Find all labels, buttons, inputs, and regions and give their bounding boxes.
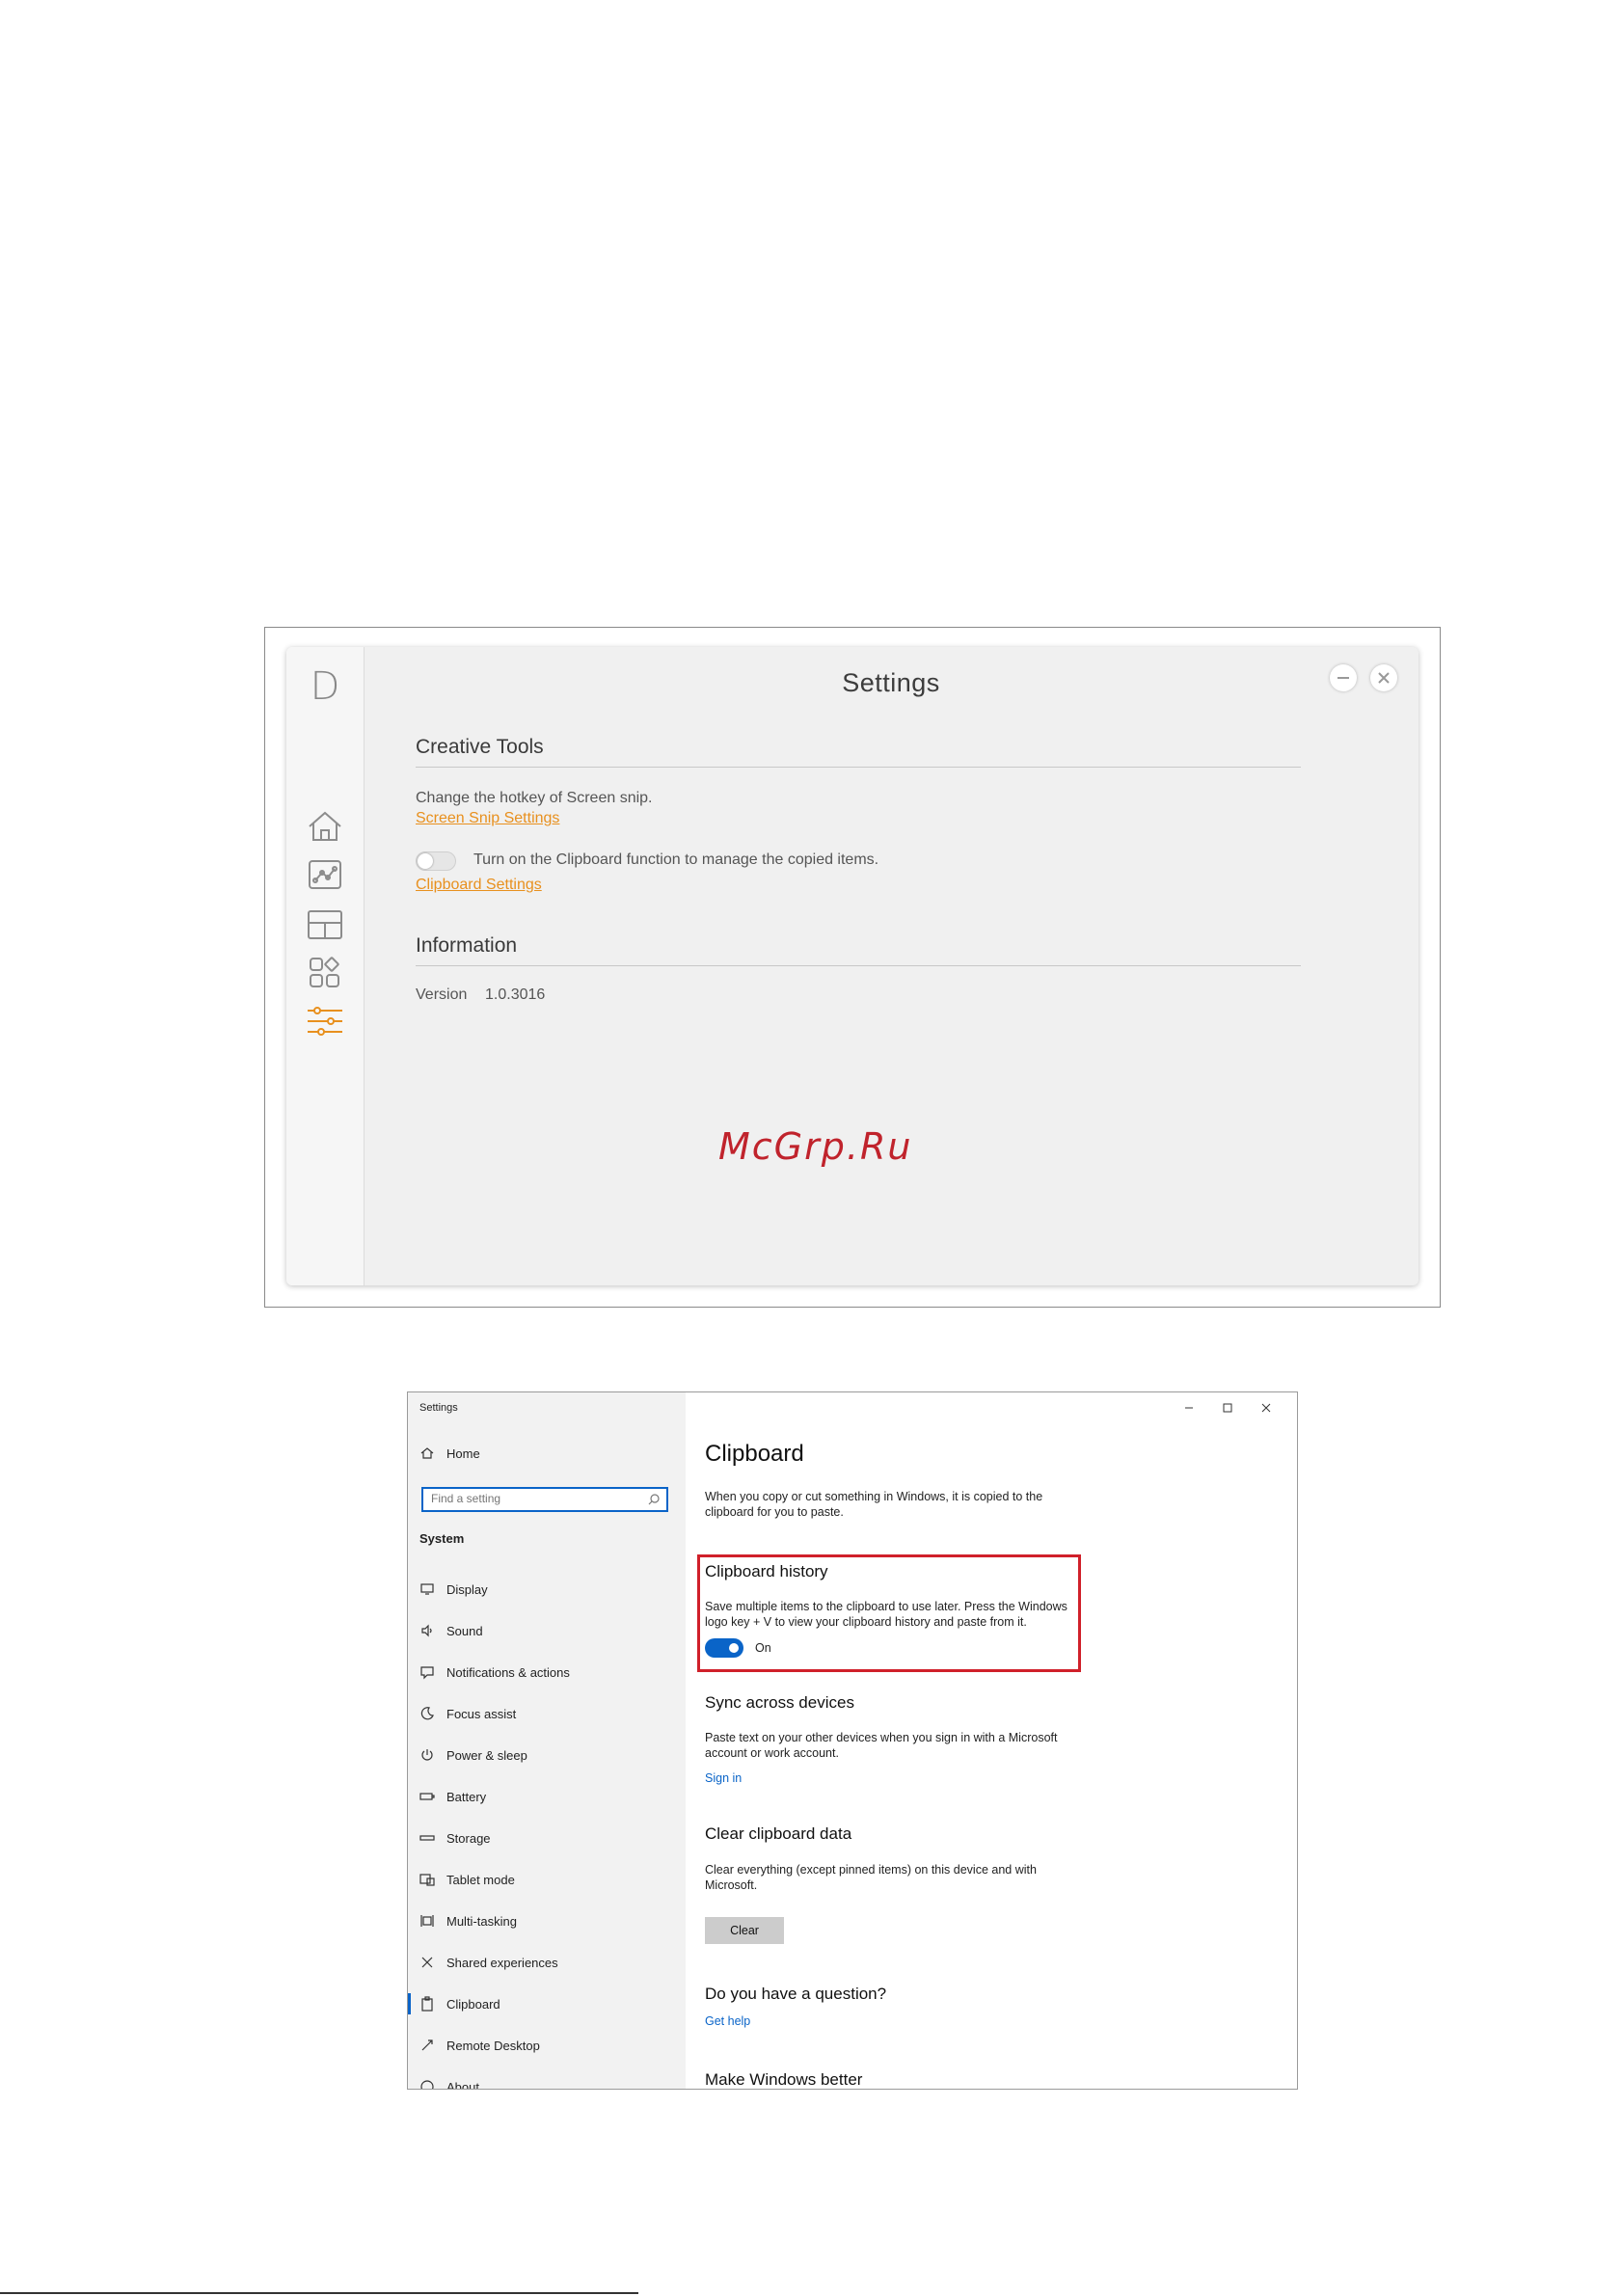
- page-title: Settings: [842, 668, 940, 697]
- settings-sliders-icon[interactable]: [304, 1000, 346, 1042]
- sidebar-item-sound[interactable]: Sound: [419, 1620, 483, 1641]
- sidebar-item-label: Display: [446, 1581, 488, 1597]
- moon-icon: [419, 1706, 435, 1721]
- sidebar-item-label: Notifications & actions: [446, 1664, 570, 1680]
- sidebar-item-multitasking[interactable]: Multi-tasking: [419, 1910, 517, 1931]
- monitor-icon: [419, 1581, 435, 1597]
- get-help-link[interactable]: Get help: [705, 2014, 750, 2028]
- minimize-button[interactable]: [1179, 1398, 1199, 1418]
- sidebar-item-label: Clipboard: [446, 1996, 500, 2012]
- app-settings-screenshot: D Settings Creative Tools Change the hot…: [264, 627, 1441, 1308]
- search-input[interactable]: [423, 1489, 643, 1508]
- sidebar-item-label: Battery: [446, 1789, 487, 1804]
- multitasking-icon: [419, 1913, 435, 1929]
- layout-icon[interactable]: [304, 904, 346, 946]
- sidebar-item-clipboard[interactable]: Clipboard: [419, 1993, 500, 2014]
- highlight-box: [697, 1554, 1081, 1672]
- storage-icon: [419, 1830, 435, 1846]
- sidebar-item-about[interactable]: About: [419, 2076, 479, 2090]
- version-value: 1.0.3016: [485, 986, 546, 1003]
- notification-icon: [419, 1664, 435, 1680]
- apps-icon[interactable]: [304, 952, 346, 994]
- sidebar: D: [286, 647, 365, 1285]
- sidebar-item-label: Focus assist: [446, 1706, 517, 1721]
- clipboard-icon: [419, 1996, 435, 2012]
- sidebar-group-system: System: [419, 1530, 465, 1546]
- info-icon: [419, 2079, 435, 2089]
- sidebar-item-display[interactable]: Display: [419, 1579, 488, 1600]
- make-windows-better-heading: Make Windows better: [705, 2070, 863, 2089]
- creative-tools-heading: Creative Tools: [416, 736, 1301, 768]
- sidebar-item-label: Home: [446, 1445, 480, 1461]
- clipboard-settings-link[interactable]: Clipboard Settings: [416, 877, 542, 894]
- screen-snip-settings-link[interactable]: Screen Snip Settings: [416, 810, 559, 827]
- close-button[interactable]: [1370, 664, 1397, 691]
- version-label: Version: [416, 986, 468, 1003]
- chart-icon[interactable]: [304, 853, 346, 896]
- sidebar-item-home[interactable]: Home: [419, 1443, 480, 1464]
- app-settings-window: D Settings Creative Tools Change the hot…: [286, 647, 1418, 1285]
- windows-settings-screenshot: Settings Home System Display Sound Notif…: [407, 1391, 1298, 2090]
- remote-icon: [419, 2038, 435, 2053]
- toggle-knob: [418, 853, 433, 869]
- sidebar-item-label: Multi-tasking: [446, 1913, 517, 1929]
- sync-description: Paste text on your other devices when yo…: [705, 1731, 1058, 1760]
- clipboard-toggle-label: Turn on the Clipboard function to manage…: [473, 851, 879, 868]
- sidebar-item-label: Tablet mode: [446, 1872, 515, 1887]
- sidebar-item-label: Power & sleep: [446, 1747, 527, 1763]
- sidebar-item-label: About: [446, 2079, 479, 2090]
- window-title: Settings: [419, 1402, 458, 1414]
- clipboard-toggle[interactable]: [416, 851, 456, 871]
- app-logo: D: [310, 664, 340, 709]
- close-button[interactable]: [1256, 1398, 1276, 1418]
- clipboard-intro: When you copy or cut something in Window…: [705, 1490, 1043, 1519]
- shared-icon: [419, 1955, 435, 1970]
- sidebar-item-battery[interactable]: Battery: [419, 1786, 486, 1807]
- search-icon: [647, 1493, 661, 1506]
- sidebar-item-focus-assist[interactable]: Focus assist: [419, 1703, 516, 1724]
- question-heading: Do you have a question?: [705, 1985, 887, 2003]
- clear-data-heading: Clear clipboard data: [705, 1824, 852, 1843]
- information-heading: Information: [416, 934, 1301, 966]
- home-icon[interactable]: [304, 805, 346, 848]
- minimize-button[interactable]: [1330, 664, 1357, 691]
- sidebar-item-label: Remote Desktop: [446, 2038, 540, 2053]
- hotkey-description: Change the hotkey of Screen snip.: [416, 790, 653, 806]
- windows-sidebar: Settings Home System Display Sound Notif…: [408, 1392, 686, 2089]
- clear-button[interactable]: Clear: [705, 1917, 784, 1944]
- sidebar-item-label: Shared experiences: [446, 1955, 558, 1970]
- maximize-button[interactable]: [1218, 1398, 1237, 1418]
- battery-icon: [419, 1789, 435, 1804]
- clear-data-description: Clear everything (except pinned items) o…: [705, 1863, 1037, 1892]
- search-field[interactable]: [421, 1487, 668, 1512]
- tablet-icon: [419, 1872, 435, 1887]
- sidebar-item-shared-experiences[interactable]: Shared experiences: [419, 1952, 558, 1973]
- sidebar-item-tablet-mode[interactable]: Tablet mode: [419, 1869, 515, 1890]
- sidebar-item-label: Storage: [446, 1830, 491, 1846]
- watermark: McGrp.Ru: [718, 1125, 913, 1168]
- home-icon: [419, 1445, 435, 1461]
- sidebar-item-remote-desktop[interactable]: Remote Desktop: [419, 2035, 540, 2056]
- active-indicator: [408, 1993, 411, 2014]
- sign-in-link[interactable]: Sign in: [705, 1771, 742, 1785]
- footer-rule: [0, 2292, 638, 2294]
- sidebar-item-power[interactable]: Power & sleep: [419, 1744, 527, 1766]
- page-title: Clipboard: [705, 1441, 804, 1467]
- power-icon: [419, 1747, 435, 1763]
- speaker-icon: [419, 1623, 435, 1638]
- sidebar-item-label: Sound: [446, 1623, 483, 1638]
- sync-heading: Sync across devices: [705, 1693, 854, 1712]
- sidebar-item-notifications[interactable]: Notifications & actions: [419, 1661, 570, 1683]
- sidebar-item-storage[interactable]: Storage: [419, 1827, 491, 1849]
